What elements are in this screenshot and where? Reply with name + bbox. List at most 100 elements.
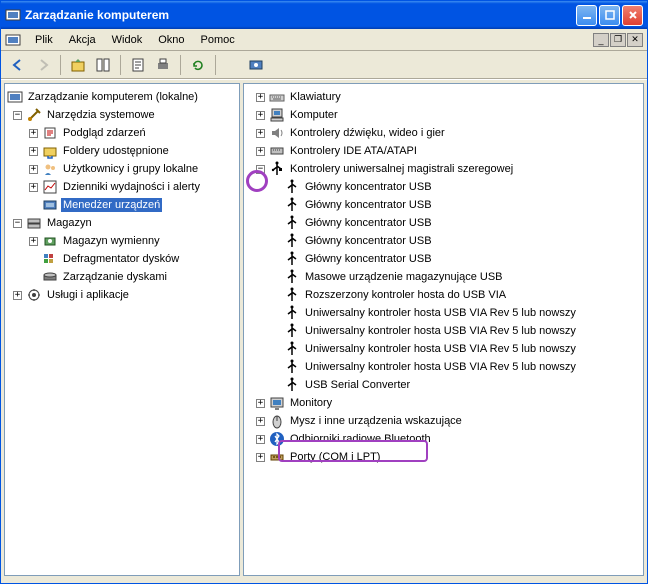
device-ide[interactable]: Kontrolery IDE ATA/ATAPI [288, 144, 419, 158]
device-usb-uhci[interactable]: Uniwersalny kontroler hosta USB VIA Rev … [303, 324, 578, 338]
tree-perf-logs[interactable]: Dzienniki wydajności i alerty [61, 180, 202, 194]
maximize-button[interactable] [599, 5, 620, 26]
tree-defrag[interactable]: Defragmentator dysków [61, 252, 181, 266]
mouse-icon [269, 413, 285, 429]
expander-plus[interactable]: + [256, 435, 265, 444]
computer-icon [269, 107, 285, 123]
mdi-restore-button[interactable]: ❐ [610, 33, 626, 47]
main-window: Zarządzanie komputerem Plik Akcja Widok … [0, 0, 648, 584]
device-mice[interactable]: Mysz i inne urządzenia wskazujące [288, 414, 464, 428]
device-usb-hub[interactable]: Główny koncentrator USB [303, 180, 434, 194]
device-usb-hub[interactable]: Główny koncentrator USB [303, 234, 434, 248]
expander-plus[interactable]: + [256, 399, 265, 408]
expander-plus[interactable]: + [29, 147, 38, 156]
bluetooth-icon [269, 431, 285, 447]
refresh-button[interactable] [187, 54, 209, 76]
tree-event-viewer[interactable]: Podgląd zdarzeń [61, 126, 148, 140]
mdi-minimize-button[interactable]: _ [593, 33, 609, 47]
expander-plus[interactable]: + [256, 111, 265, 120]
device-usb-ehci[interactable]: Rozszerzony kontroler hosta do USB VIA [303, 288, 508, 302]
usb-icon [284, 359, 300, 375]
device-usb-storage[interactable]: Masowe urządzenie magazynujące USB [303, 270, 505, 284]
expander-minus[interactable]: − [13, 111, 22, 120]
expander-plus[interactable]: + [29, 165, 38, 174]
menu-action[interactable]: Akcja [61, 32, 104, 48]
titlebar[interactable]: Zarządzanie komputerem [1, 1, 647, 29]
usb-icon [284, 233, 300, 249]
device-ports[interactable]: Porty (COM i LPT) [288, 450, 382, 464]
device-sound[interactable]: Kontrolery dźwięku, wideo i gier [288, 126, 447, 140]
menu-window[interactable]: Okno [150, 32, 192, 48]
event-viewer-icon [42, 125, 58, 141]
device-usb-hub[interactable]: Główny koncentrator USB [303, 198, 434, 212]
expander-plus[interactable]: + [13, 291, 22, 300]
statusbar [1, 579, 647, 583]
monitor-icon [269, 395, 285, 411]
users-icon [42, 161, 58, 177]
expander-plus[interactable]: + [256, 147, 265, 156]
usb-icon [284, 341, 300, 357]
tree-shared-folders[interactable]: Foldery udostępnione [61, 144, 171, 158]
mdi-close-button[interactable]: ✕ [627, 33, 643, 47]
menu-view[interactable]: Widok [104, 32, 151, 48]
left-tree-pane[interactable]: Zarządzanie komputerem (lokalne) − Narzęd… [4, 83, 240, 576]
menu-help[interactable]: Pomoc [193, 32, 243, 48]
expander-plus[interactable]: + [29, 129, 38, 138]
menu-file[interactable]: Plik [27, 32, 61, 48]
device-usb-uhci[interactable]: Uniwersalny kontroler hosta USB VIA Rev … [303, 360, 578, 374]
expander-plus[interactable]: + [29, 237, 38, 246]
tree-root[interactable]: Zarządzanie komputerem (lokalne) [26, 90, 200, 104]
ide-icon [269, 143, 285, 159]
usb-icon [284, 251, 300, 267]
print-button[interactable] [152, 54, 174, 76]
expander-minus[interactable]: − [13, 219, 22, 228]
tree-services-apps[interactable]: Usługi i aplikacje [45, 288, 131, 302]
device-button[interactable] [245, 54, 267, 76]
tree-system-tools[interactable]: Narzędzia systemowe [45, 108, 157, 122]
device-manager-icon [42, 197, 58, 213]
usb-icon [284, 323, 300, 339]
tree-device-manager[interactable]: Menedżer urządzeń [61, 198, 162, 212]
tree-disk-mgmt[interactable]: Zarządzanie dyskami [61, 270, 169, 284]
minimize-button[interactable] [576, 5, 597, 26]
show-hide-tree-button[interactable] [92, 54, 114, 76]
menubar: Plik Akcja Widok Okno Pomoc _ ❐ ✕ [1, 29, 647, 51]
device-usb-hub[interactable]: Główny koncentrator USB [303, 252, 434, 266]
sound-icon [269, 125, 285, 141]
usb-icon [284, 377, 300, 393]
storage-icon [26, 215, 42, 231]
expander-minus[interactable]: − [256, 165, 265, 174]
right-tree-pane[interactable]: + Klawiatury + Komputer + Kontrolery dźwięk… [243, 83, 644, 576]
device-usb-hub[interactable]: Główny koncentrator USB [303, 216, 434, 230]
device-monitors[interactable]: Monitory [288, 396, 334, 410]
services-icon [26, 287, 42, 303]
up-button[interactable] [67, 54, 89, 76]
properties-button[interactable] [127, 54, 149, 76]
expander-plus[interactable]: + [256, 93, 265, 102]
device-usb-controllers[interactable]: Kontrolery uniwersalnej magistrali szere… [288, 162, 515, 176]
disk-mgmt-icon [42, 269, 58, 285]
tree-storage[interactable]: Magazyn [45, 216, 94, 230]
device-usb-serial-converter[interactable]: USB Serial Converter [303, 378, 412, 392]
usb-icon [284, 197, 300, 213]
expander-plus[interactable]: + [256, 129, 265, 138]
perf-logs-icon [42, 179, 58, 195]
app-icon [5, 7, 21, 23]
expander-plus[interactable]: + [256, 453, 265, 462]
tree-removable-storage[interactable]: Magazyn wymienny [61, 234, 162, 248]
ports-icon [269, 449, 285, 465]
expander-plus[interactable]: + [29, 183, 38, 192]
close-button[interactable] [622, 5, 643, 26]
content-area: Zarządzanie komputerem (lokalne) − Narzęd… [1, 79, 647, 579]
device-bluetooth[interactable]: Odbiorniki radiowe Bluetooth [288, 432, 433, 446]
tree-users-groups[interactable]: Użytkownicy i grupy lokalne [61, 162, 200, 176]
forward-button[interactable] [32, 54, 54, 76]
device-usb-uhci[interactable]: Uniwersalny kontroler hosta USB VIA Rev … [303, 306, 578, 320]
toolbar [1, 51, 647, 79]
device-keyboards[interactable]: Klawiatury [288, 90, 343, 104]
back-button[interactable] [7, 54, 29, 76]
window-title: Zarządzanie komputerem [25, 8, 576, 22]
device-computer[interactable]: Komputer [288, 108, 340, 122]
device-usb-uhci[interactable]: Uniwersalny kontroler hosta USB VIA Rev … [303, 342, 578, 356]
expander-plus[interactable]: + [256, 417, 265, 426]
